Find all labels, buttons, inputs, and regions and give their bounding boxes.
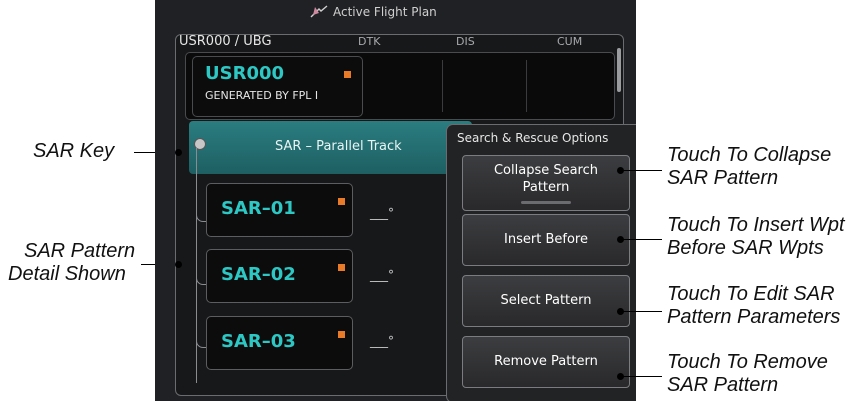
- airplane-icon: [310, 5, 328, 18]
- sar-waypoint-id: SAR–02: [221, 264, 296, 285]
- waypoint-marker-icon: [338, 264, 345, 271]
- dtk-value: ___°: [370, 268, 394, 282]
- column-header-cum: CUM: [557, 35, 583, 48]
- scrollbar[interactable]: [617, 48, 621, 92]
- leader-line: [620, 239, 662, 240]
- leader-line: [620, 170, 662, 171]
- collapse-indicator: [521, 201, 571, 204]
- column-divider: [526, 60, 527, 112]
- sar-key-label: SAR – Parallel Track: [275, 139, 402, 154]
- sar-key-row[interactable]: SAR – Parallel Track: [189, 121, 472, 174]
- waypoint-button[interactable]: USR000 GENERATED BY FPL I: [192, 56, 363, 117]
- route-header: USR000 / UBG: [179, 34, 272, 49]
- callout-collapse-line1: Touch To Collapse: [667, 144, 832, 166]
- leader-line: [620, 311, 662, 312]
- callout-pattern-detail-line1: SAR Pattern: [24, 240, 136, 262]
- callout-dot: [617, 373, 624, 380]
- remove-button-label: Remove Pattern: [494, 354, 598, 369]
- sar-waypoint-button[interactable]: SAR–01: [206, 183, 353, 237]
- callout-dot: [617, 308, 624, 315]
- column-header-dtk: DTK: [358, 35, 381, 48]
- remove-pattern-button[interactable]: Remove Pattern: [462, 336, 630, 388]
- callout-remove-line2: SAR Pattern: [667, 374, 779, 396]
- collapse-search-pattern-button[interactable]: Collapse Search Pattern: [462, 155, 630, 211]
- page-title: Active Flight Plan: [333, 5, 437, 19]
- callout-insert-line2: Before SAR Wpts: [667, 237, 824, 259]
- callout-dot: [175, 149, 182, 156]
- waypoint-marker-icon: [344, 71, 351, 78]
- sar-waypoint-id: SAR–03: [221, 331, 296, 352]
- waypoint-marker-icon: [338, 331, 345, 338]
- callout-edit-line1: Touch To Edit SAR: [667, 283, 835, 305]
- popup-title: Search & Rescue Options: [457, 131, 609, 145]
- callout-dot: [175, 261, 182, 268]
- collapse-button-label: Collapse Search Pattern: [493, 163, 599, 195]
- title-bar: Active Flight Plan: [155, 0, 636, 24]
- tree-line: [196, 148, 197, 383]
- insert-before-button[interactable]: Insert Before: [462, 214, 630, 266]
- waypoint-subtitle: GENERATED BY FPL I: [205, 89, 319, 102]
- callout-remove-line1: Touch To Remove: [667, 351, 828, 373]
- dtk-value: ___°: [370, 206, 394, 220]
- column-header-dis: DIS: [456, 35, 475, 48]
- select-button-label: Select Pattern: [500, 293, 592, 308]
- callout-pattern-detail-line2: Detail Shown: [8, 263, 126, 285]
- waypoint-id: USR000: [205, 63, 285, 84]
- column-divider: [442, 60, 443, 112]
- callout-edit-line2: Pattern Parameters: [667, 306, 841, 328]
- dtk-value: ___°: [370, 334, 394, 348]
- waypoint-marker-icon: [338, 198, 345, 205]
- callout-collapse-line2: SAR Pattern: [667, 167, 779, 189]
- leader-line: [620, 376, 662, 377]
- callout-sar-key: SAR Key: [33, 140, 115, 162]
- insert-button-label: Insert Before: [504, 232, 588, 247]
- search-rescue-options-popup: Search & Rescue Options Collapse Search …: [446, 124, 636, 401]
- device-screen: Active Flight Plan USR000 / UBG DTK DIS …: [155, 0, 636, 401]
- callout-insert-line1: Touch To Insert Wpt: [667, 214, 845, 236]
- sar-waypoint-button[interactable]: SAR–02: [206, 249, 353, 303]
- callout-dot: [617, 236, 624, 243]
- sar-waypoint-button[interactable]: SAR–03: [206, 316, 353, 370]
- sar-waypoint-id: SAR–01: [221, 198, 296, 219]
- callout-dot: [617, 167, 624, 174]
- select-pattern-button[interactable]: Select Pattern: [462, 275, 630, 327]
